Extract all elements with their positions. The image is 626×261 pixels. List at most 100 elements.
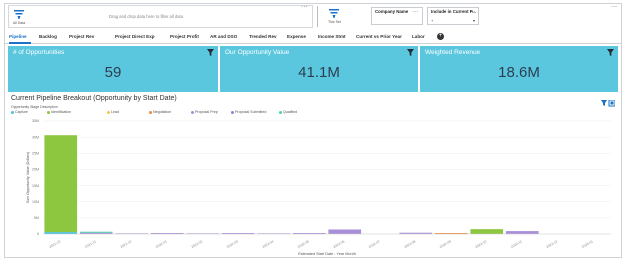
tab-project-rev[interactable]: Project Rev: [69, 34, 94, 39]
kpi-opportunities[interactable]: # of Opportunities 59: [8, 46, 218, 92]
legend-item[interactable]: Proposal Prep: [191, 110, 218, 114]
more-icon[interactable]: ···: [301, 4, 308, 10]
chevron-down-icon[interactable]: ▾: [473, 18, 475, 23]
kpi-weighted-revenue[interactable]: Weighted Revenue 18.6M: [420, 46, 618, 92]
x-tick-label: 2022-10: [474, 239, 487, 249]
x-tick-label: 2022-04: [261, 239, 274, 249]
chart-title: Current Pipeline Breakout (Opportunity b…: [11, 95, 177, 102]
legend-item[interactable]: Capture: [11, 110, 28, 114]
y-tick-label: 5M: [34, 216, 39, 220]
kpi-value: 59: [104, 64, 122, 81]
x-tick-label: 2022-07: [368, 239, 381, 249]
x-tick-label: 2022-08: [403, 239, 416, 249]
tab-income-stmt[interactable]: Income Stmt: [318, 34, 346, 39]
legend-dot: [279, 110, 282, 114]
chart-legend: Opportunity Stage Description Capture Id…: [11, 105, 331, 117]
legend-label: Lead: [111, 110, 119, 114]
bar-segment: [328, 229, 362, 234]
x-tick-label: 2021-11: [84, 239, 97, 249]
x-tick-label: 2022-03: [226, 239, 239, 249]
x-tick-label: 2022-02: [190, 239, 203, 249]
tab-backlog[interactable]: Backlog: [39, 34, 57, 39]
tab-project-profit[interactable]: Project Profit: [170, 34, 199, 39]
page-tabs: Pipeline Backlog Project Rev Project Dir…: [5, 31, 621, 44]
funnel-icon[interactable]: [607, 49, 614, 56]
x-tick-label: 2022-09: [439, 239, 452, 249]
y-tick-label: 30M: [32, 135, 39, 139]
legend-label: Qualified: [283, 110, 298, 114]
bar-segment: [44, 135, 78, 233]
y-tick-label: 35M: [32, 119, 39, 123]
legend-item[interactable]: Identification: [47, 110, 71, 114]
this-set-filter[interactable]: This Set: [326, 5, 366, 28]
x-tick-label: 2021-10: [48, 239, 61, 249]
x-axis-label: Estimated Start Date - Year Month: [298, 252, 356, 256]
tab-trended-rev[interactable]: Trended Rev: [249, 34, 277, 39]
legend-dot: [149, 110, 152, 114]
y-tick-label: 20M: [32, 168, 39, 172]
funnel-icon: [329, 9, 339, 18]
legend-dot: [11, 110, 14, 114]
legend-label: Identification: [51, 110, 72, 114]
tab-current-vs-prior-year[interactable]: Current vs Prior Year: [356, 34, 402, 39]
all-data-label: All Data: [13, 21, 26, 25]
y-tick-label: 15M: [32, 184, 39, 188]
bar-segment: [505, 231, 539, 234]
kpi-title: Our Opportunity Value: [225, 49, 290, 56]
kpi-value: 18.6M: [498, 64, 540, 81]
legend-item[interactable]: Qualified: [279, 110, 297, 114]
more-icon[interactable]: ···: [470, 9, 476, 15]
tab-project-direct-exp[interactable]: Project Direct Exp: [115, 34, 155, 39]
legend-label: Capture: [15, 110, 28, 114]
legend-item[interactable]: Proposal Submitted: [231, 110, 266, 114]
legend-item[interactable]: Lead: [107, 110, 119, 114]
x-tick-label: 2022-12: [545, 239, 558, 249]
all-data-filter-zone[interactable]: All Data Drag and drop data here to filt…: [8, 4, 313, 28]
x-tick-label: 2022-11: [510, 239, 523, 249]
dashboard-frame: All Data Drag and drop data here to filt…: [4, 3, 622, 258]
y-tick-label: 25M: [32, 151, 39, 155]
filter-bar: All Data Drag and drop data here to filt…: [5, 4, 621, 29]
kpi-title: Weighted Revenue: [425, 49, 481, 56]
pipeline-bar-chart: 0 5M 10M 15M 20M 25M 30M 35M Sum Opportunity Val…: [26, 119, 611, 256]
tab-ar-and-dso[interactable]: AR and DSO: [210, 34, 237, 39]
x-tick-label: 2022-01: [155, 239, 168, 249]
y-tick-label: 10M: [32, 200, 39, 204]
funnel-icon[interactable]: [13, 9, 25, 21]
kpi-value: 41.1M: [298, 64, 340, 81]
filter-card-title: Company Name: [375, 9, 409, 14]
kpi-title: # of Opportunities: [13, 49, 65, 56]
x-tick-label: 2023-01: [581, 239, 594, 249]
more-icon[interactable]: ···: [413, 9, 419, 15]
filter-add-value: +: [431, 18, 434, 23]
divider: [317, 6, 318, 27]
legend-label: Proposal Prep: [195, 110, 218, 114]
legend-title: Opportunity Stage Description: [11, 105, 58, 109]
chart-filter-icon[interactable]: [601, 99, 616, 107]
x-tick-label: 2021-12: [119, 239, 132, 249]
legend-dot: [191, 110, 194, 114]
legend-dot: [107, 110, 110, 114]
legend-label: Proposal Submitted: [235, 110, 267, 114]
legend-dot: [47, 110, 50, 114]
tab-expense[interactable]: Expense: [287, 34, 306, 39]
tab-labor[interactable]: Labor: [412, 34, 425, 39]
active-tab-indicator: [9, 42, 31, 44]
x-tick-label: 2022-06: [332, 239, 345, 249]
y-axis-label: Sum Opportunity Value (Dollars): [26, 152, 30, 203]
kpi-opportunity-value[interactable]: Our Opportunity Value 41.1M: [220, 46, 418, 92]
legend-label: Negotiation: [153, 110, 172, 114]
y-tick-label: 0: [37, 232, 39, 236]
tab-pipeline[interactable]: Pipeline: [9, 34, 27, 39]
chart-toolbar: [601, 94, 616, 112]
legend-dot: [231, 110, 234, 114]
funnel-icon[interactable]: [407, 49, 414, 56]
drop-hint: Drag and drop data here to filter all da…: [109, 14, 184, 19]
legend-item[interactable]: Negotiation: [149, 110, 171, 114]
add-tab-button[interactable]: +: [437, 33, 444, 40]
x-tick-label: 2022-05: [297, 239, 310, 249]
more-icon[interactable]: ···: [611, 4, 617, 10]
bar-segment: [79, 231, 113, 233]
this-set-label: This Set: [328, 20, 341, 24]
funnel-icon[interactable]: [207, 49, 214, 56]
